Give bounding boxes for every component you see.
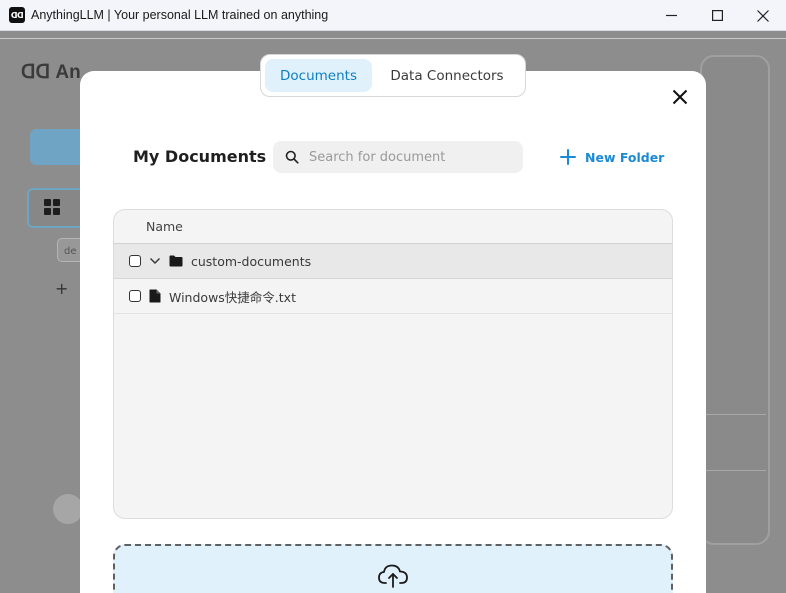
background-plus-icon: + [55, 279, 69, 298]
upload-dropzone[interactable] [113, 544, 673, 593]
table-row[interactable]: Windows快捷命令.txt [114, 279, 672, 314]
plus-icon [559, 148, 577, 166]
background-thread-text: de [64, 246, 77, 257]
app-logo: ᗡᗡ [9, 7, 25, 23]
minimize-icon [665, 14, 677, 17]
chevron-down-icon[interactable] [149, 255, 161, 267]
background-settings-button [53, 494, 83, 524]
tab-data-connectors[interactable]: Data Connectors [376, 59, 518, 92]
search-input[interactable] [309, 149, 509, 165]
table-row[interactable]: custom-documents [114, 244, 672, 279]
page-title: My Documents [133, 147, 267, 166]
maximize-icon [711, 10, 723, 21]
window-titlebar: ᗡᗡ AnythingLLM | Your personal LLM train… [0, 0, 786, 31]
background-logo: ᗡᗡ An [21, 62, 81, 83]
modal-close-button[interactable] [670, 87, 690, 107]
close-icon [757, 9, 769, 22]
modal-tabs: Documents Data Connectors [260, 54, 526, 97]
column-header-name: Name [146, 219, 183, 234]
new-folder-button[interactable]: New Folder [559, 145, 664, 169]
file-icon [149, 289, 161, 303]
folder-name: custom-documents [191, 253, 312, 269]
tab-documents[interactable]: Documents [265, 59, 372, 92]
background-card-divider [706, 414, 766, 415]
new-folder-label: New Folder [585, 149, 665, 165]
search-bar[interactable] [273, 141, 523, 173]
close-window-button[interactable] [740, 0, 786, 31]
folder-icon [169, 255, 183, 267]
window-controls [648, 0, 786, 31]
background-card-divider [706, 470, 766, 471]
minimize-button[interactable] [648, 0, 694, 31]
window-title: AnythingLLM | Your personal LLM trained … [31, 8, 329, 22]
row-checkbox[interactable] [129, 255, 141, 267]
file-name: Windows快捷命令.txt [169, 289, 296, 305]
row-checkbox[interactable] [129, 290, 141, 302]
table-header: Name [114, 210, 672, 244]
background-divider [0, 38, 786, 39]
search-icon [285, 150, 299, 164]
background-card [700, 55, 770, 545]
cloud-upload-icon [377, 562, 409, 588]
grid-icon [44, 199, 61, 216]
document-table: Name custom-documents Windows快捷命令.txt [113, 209, 673, 519]
maximize-button[interactable] [694, 0, 740, 31]
close-icon [672, 89, 688, 105]
